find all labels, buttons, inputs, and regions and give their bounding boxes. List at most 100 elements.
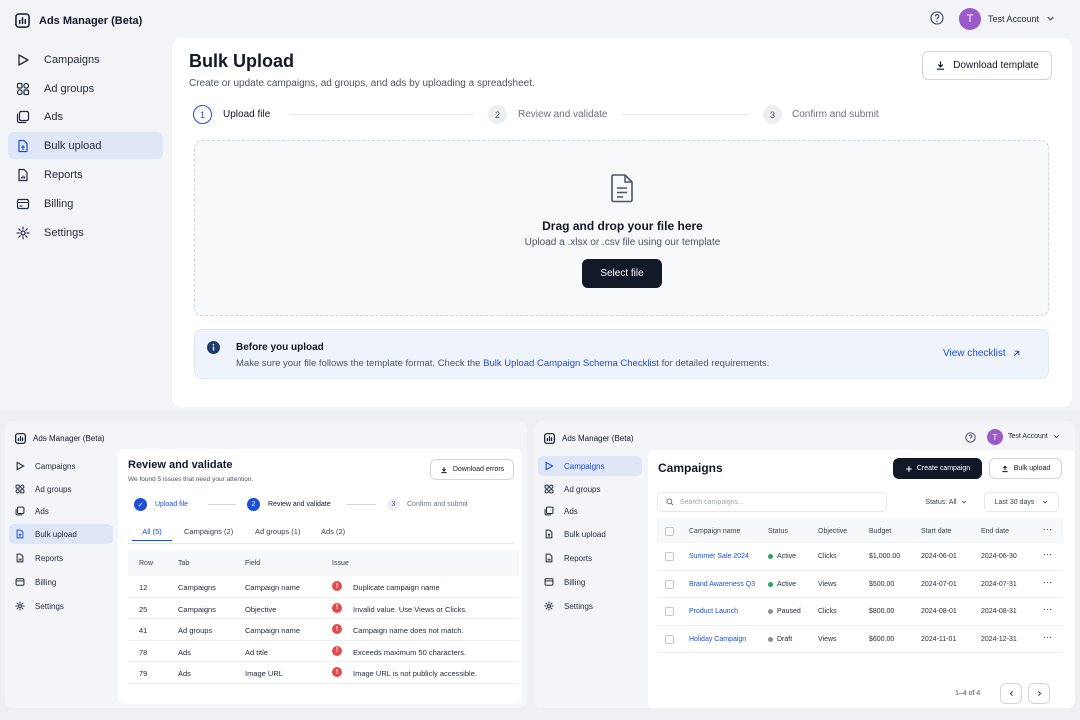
sidebar-item-campaigns[interactable]: Campaigns — [8, 46, 163, 73]
upload-icon — [1001, 465, 1009, 473]
sidebar-item-bulk-upload[interactable]: Bulk upload — [9, 524, 113, 544]
status-dot-icon — [768, 636, 773, 642]
campaign-name-link[interactable]: Summer Sale 2024 — [689, 553, 749, 560]
select-all-checkbox[interactable] — [665, 527, 674, 536]
table-row[interactable]: 12 Campaigns Campaign name ! Duplicate c… — [128, 576, 519, 598]
sidebar-item-campaigns[interactable]: Campaigns — [9, 456, 113, 476]
download-template-button[interactable]: Download template — [922, 51, 1052, 80]
row-checkbox[interactable] — [665, 634, 674, 644]
row-checkbox[interactable] — [665, 607, 674, 616]
sidebar-item-label: Ad groups — [44, 82, 95, 95]
table-row[interactable]: 25 Campaigns Objective ! Invalid value. … — [128, 598, 519, 619]
billing-card-icon — [16, 197, 30, 211]
sidebar-item-ad-groups[interactable]: Ad groups — [538, 479, 642, 499]
step-3-label: Confirm and submit — [792, 109, 879, 120]
search-input[interactable]: Search campaigns... — [657, 492, 887, 512]
table-row[interactable]: Product Launch Paused Clicks $800.00 202… — [657, 598, 1063, 626]
sidebar-item-ad-groups[interactable]: Ad groups — [8, 75, 163, 102]
next-page-button[interactable] — [1028, 683, 1050, 704]
help-icon[interactable] — [965, 432, 976, 443]
tab-ad-groups[interactable]: Ad groups (1) — [255, 527, 300, 536]
sidebar-item-label: Campaigns — [35, 461, 76, 471]
app-brand[interactable]: Ads Manager (Beta) — [544, 433, 634, 444]
banner-text-after: for detailed requirements. — [661, 358, 770, 369]
account-name[interactable]: Test Account — [1008, 433, 1048, 440]
sidebar-item-reports[interactable]: Reports — [9, 548, 113, 568]
table-row[interactable]: 79 Ads Image URL ! Image URL is not publ… — [128, 662, 519, 684]
schema-checklist-link[interactable]: Bulk Upload Campaign Schema Checklist — [483, 358, 659, 369]
chevron-down-icon[interactable] — [1046, 14, 1055, 23]
create-campaign-label: Create campaign — [916, 465, 971, 472]
sidebar-item-bulk-upload[interactable]: Bulk upload — [538, 524, 642, 544]
sidebar-item-label: Ads — [564, 506, 578, 516]
file-dropzone[interactable]: Drag and drop your file here Upload a .x… — [194, 140, 1049, 316]
sidebar-item-bulk-upload[interactable]: Bulk upload — [8, 132, 163, 159]
row-more-options-icon[interactable]: ⋯ — [1043, 577, 1052, 588]
step-3-indicator: 3 — [763, 105, 782, 124]
status-badge: Draft — [768, 636, 792, 643]
bulk-upload-button[interactable]: Bulk upload — [989, 458, 1062, 479]
status-badge: Active — [768, 553, 796, 560]
chevron-down-icon[interactable] — [1053, 433, 1060, 440]
tab-all[interactable]: All (5) — [132, 527, 172, 541]
download-icon — [440, 466, 448, 474]
ads-stack-icon — [544, 506, 554, 516]
table-row[interactable]: Summer Sale 2024 Active Clicks $1,000.00… — [657, 543, 1063, 571]
table-header: Campaign name Status Objective Budget St… — [657, 519, 1063, 543]
row-checkbox[interactable] — [665, 552, 674, 561]
sidebar-item-ads[interactable]: Ads — [9, 501, 113, 521]
date-range-dropdown[interactable]: Last 30 days — [984, 492, 1059, 512]
sidebar-item-settings[interactable]: Settings — [9, 596, 113, 616]
tabs-divider — [128, 543, 514, 544]
campaign-name-link[interactable]: Product Launch — [689, 608, 738, 615]
status-filter-dropdown[interactable]: Status: All — [914, 492, 978, 512]
app-brand[interactable]: Ads Manager (Beta) — [15, 433, 105, 444]
sidebar-item-billing[interactable]: Billing — [538, 572, 642, 592]
sidebar-item-ads[interactable]: Ads — [538, 501, 642, 521]
sidebar-item-ads[interactable]: Ads — [8, 103, 163, 130]
budget-cell: $800.00 — [869, 608, 895, 615]
campaigns-screen: Ads Manager (Beta) T Test Account Campai… — [534, 421, 1075, 708]
account-name[interactable]: Test Account — [988, 14, 1039, 24]
chevron-right-icon — [1036, 690, 1043, 697]
row-more-options-icon[interactable]: ⋯ — [1043, 604, 1052, 615]
table-row[interactable]: Brand Awareness Q3 Active Views $500.00 … — [657, 571, 1063, 598]
sidebar-item-billing[interactable]: Billing — [9, 572, 113, 592]
error-icon: ! — [332, 667, 342, 677]
avatar[interactable]: T — [959, 8, 981, 30]
help-icon[interactable] — [930, 11, 944, 25]
row-checkbox[interactable] — [665, 579, 674, 589]
sidebar-item-ad-groups[interactable]: Ad groups — [9, 479, 113, 499]
row-more-options-icon[interactable]: ⋯ — [1043, 632, 1052, 643]
campaign-name-link[interactable]: Brand Awareness Q3 — [689, 581, 755, 588]
step-2-indicator: 2 — [247, 498, 260, 511]
select-file-button[interactable]: Select file — [582, 259, 662, 288]
previous-page-button[interactable] — [1000, 683, 1022, 704]
app-brand[interactable]: Ads Manager (Beta) — [15, 13, 142, 28]
create-campaign-button[interactable]: Create campaign — [893, 458, 982, 479]
view-checklist-link[interactable]: View checklist — [943, 348, 1021, 359]
sidebar-item-reports[interactable]: Reports — [538, 548, 642, 568]
start-date-cell: 2024-08-01 — [921, 608, 957, 615]
sidebar-item-reports[interactable]: Reports — [8, 161, 163, 188]
sidebar-item-campaigns[interactable]: Campaigns — [538, 456, 642, 476]
more-options-icon[interactable]: ⋯ — [1043, 524, 1052, 535]
row-field: Objective — [245, 604, 277, 614]
campaign-name-link[interactable]: Holiday Campaign — [689, 636, 746, 643]
sidebar-item-settings[interactable]: Settings — [8, 219, 163, 246]
avatar[interactable]: T — [987, 429, 1003, 445]
tab-campaigns[interactable]: Campaigns (2) — [184, 527, 233, 536]
tab-ads[interactable]: Ads (2) — [321, 527, 345, 536]
sidebar-item-settings[interactable]: Settings — [538, 596, 642, 616]
table-row[interactable]: Holiday Campaign Draft Views $600.00 202… — [657, 626, 1063, 653]
download-errors-button[interactable]: Download errors — [430, 459, 514, 480]
ad-groups-icon — [15, 484, 25, 494]
sidebar-item-billing[interactable]: Billing — [8, 190, 163, 217]
table-row[interactable]: 41 Ad groups Campaign name ! Campaign na… — [128, 619, 519, 641]
sidebar-item-label: Bulk upload — [35, 529, 77, 539]
sidebar-item-label: Ads — [35, 506, 49, 516]
row-more-options-icon[interactable]: ⋯ — [1043, 549, 1052, 560]
pagination-label: 1–4 of 4 — [955, 690, 981, 697]
table-row[interactable]: 78 Ads Ad title ! Exceeds maximum 50 cha… — [128, 641, 519, 662]
status-dot-icon — [768, 609, 773, 614]
